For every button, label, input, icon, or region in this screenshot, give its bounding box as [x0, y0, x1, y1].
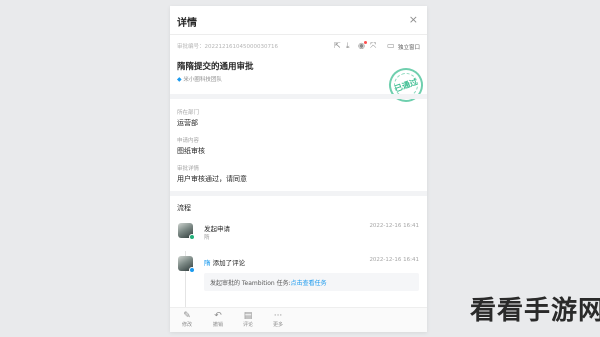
- check-icon: [189, 234, 195, 240]
- team-tag[interactable]: ◆ 米小圈科技团队: [177, 75, 222, 83]
- download-icon[interactable]: ⤓: [346, 41, 350, 51]
- edit-button[interactable]: ✎ 修改: [176, 311, 198, 329]
- field-value-details: 用户审核通过，请同意: [177, 175, 247, 183]
- close-icon[interactable]: ×: [409, 13, 418, 26]
- comment-icon: [189, 267, 195, 273]
- field-label-details: 审批详情: [177, 166, 200, 172]
- open-window-button[interactable]: 独立窗口: [398, 43, 420, 51]
- notification-dot: [364, 41, 367, 44]
- view-task-link[interactable]: 点击查看任务: [291, 280, 327, 287]
- process-section-title: 流程: [177, 204, 191, 212]
- field-value-content: 图纸审核: [177, 147, 205, 155]
- field-value-department: 运营部: [177, 119, 198, 127]
- comment-header: 隋 添加了评论: [204, 257, 245, 267]
- team-tag-label: 米小圈科技团队: [183, 77, 222, 83]
- window-icon[interactable]: ▭: [387, 41, 395, 51]
- comment-icon: ▤: [243, 311, 253, 321]
- revoke-button[interactable]: ↶ 撤销: [207, 311, 229, 329]
- comment-box: 发起审批的 Teambition 任务:点击查看任务: [204, 273, 419, 291]
- edit-icon: ✎: [183, 311, 191, 321]
- more-button[interactable]: ··· 更多: [267, 311, 289, 329]
- field-label-content: 申请内容: [177, 138, 200, 144]
- comment-label: 评论: [242, 322, 253, 328]
- share-icon[interactable]: ⇱: [334, 41, 341, 51]
- field-label-department: 所在部门: [177, 110, 200, 116]
- step-time: 2022-12-16 16:41: [369, 223, 419, 229]
- comment-time: 2022-12-16 16:41: [369, 257, 419, 263]
- comment-prefix: 发起审批的 Teambition 任务:: [210, 280, 291, 287]
- approval-title: 隋隋提交的通用审批: [177, 62, 254, 72]
- more-icon: ···: [273, 311, 283, 321]
- edit-label: 修改: [181, 322, 192, 328]
- serial-value: 202212161045000030716: [204, 44, 279, 50]
- approval-detail-panel: 详情 × 审批编号：202212161045000030716 ⇱ ⤓ ◉ ⤧ …: [170, 6, 427, 332]
- bottom-action-bar: ✎ 修改 ↶ 撤销 ▤ 评论 ··· 更多: [170, 307, 427, 332]
- panel-header: 详情 ×: [170, 6, 427, 34]
- comment-action: 添加了评论: [212, 259, 246, 267]
- step-submitter: 隋: [204, 235, 210, 241]
- tag-icon: ◆: [177, 76, 182, 83]
- link-icon[interactable]: ⤧: [370, 41, 376, 51]
- step-title: 发起申请: [204, 225, 230, 233]
- header-divider: [170, 34, 427, 35]
- undo-icon: ↶: [214, 311, 222, 321]
- comment-text: 发起审批的 Teambition 任务:点击查看任务: [210, 278, 327, 287]
- section-divider: [170, 191, 427, 196]
- serial-number: 审批编号：202212161045000030716: [177, 42, 278, 50]
- comment-button[interactable]: ▤ 评论: [237, 311, 259, 329]
- revoke-label: 撤销: [212, 322, 223, 328]
- more-label: 更多: [272, 322, 283, 328]
- comment-actor[interactable]: 隋: [204, 259, 211, 267]
- panel-title: 详情: [177, 18, 197, 29]
- watermark-logo: 看看手游网: [470, 296, 600, 326]
- section-divider: [170, 94, 427, 99]
- approved-stamp: 已通过: [384, 63, 427, 107]
- stamp-text: 已通过: [393, 76, 419, 94]
- serial-label: 审批编号：: [177, 44, 205, 50]
